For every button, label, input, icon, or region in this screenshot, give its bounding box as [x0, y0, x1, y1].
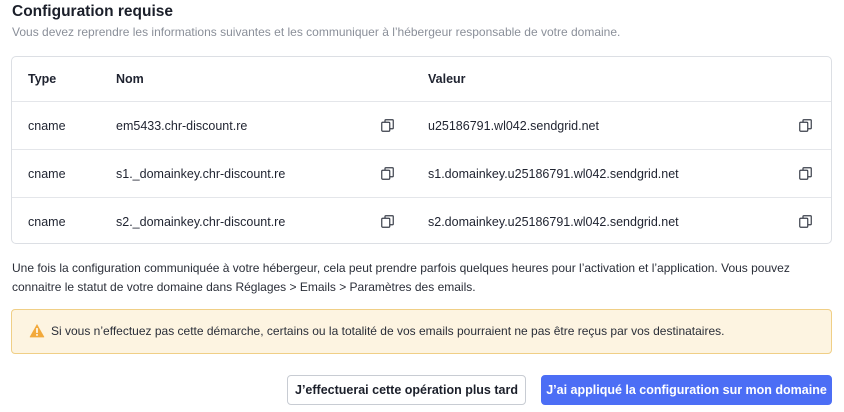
warning-icon	[29, 323, 45, 339]
column-header-name: Nom	[116, 72, 144, 86]
configuration-applied-button[interactable]: J’ai appliqué la configuration sur mon d…	[541, 375, 832, 405]
copy-value-button[interactable]	[798, 198, 812, 243]
copy-name-button[interactable]	[380, 102, 394, 149]
copy-icon[interactable]	[798, 215, 812, 229]
copy-icon[interactable]	[380, 119, 394, 133]
dns-records-table: Type Nom Valeur cname em5433.chr-discoun…	[11, 56, 832, 244]
table-row: cname s1._domainkey.chr-discount.re s1.d…	[12, 149, 831, 197]
table-row: cname s2._domainkey.chr-discount.re s2.d…	[12, 197, 831, 243]
record-value: s1.domainkey.u25186791.wl042.sendgrid.ne…	[428, 166, 679, 181]
record-type: cname	[28, 166, 66, 181]
copy-name-button[interactable]	[380, 198, 394, 243]
record-type: cname	[28, 214, 66, 229]
copy-value-button[interactable]	[798, 150, 812, 197]
warning-text: Si vous n’effectuez pas cette démarche, …	[51, 324, 725, 338]
column-header-value: Valeur	[428, 72, 466, 86]
copy-value-button[interactable]	[798, 102, 812, 149]
section-subtitle: Vous devez reprendre les informations su…	[12, 25, 621, 39]
section-title: Configuration requise	[12, 3, 174, 20]
record-value: s2.domainkey.u25186791.wl042.sendgrid.ne…	[428, 214, 679, 229]
record-name: s1._domainkey.chr-discount.re	[116, 166, 286, 181]
copy-icon[interactable]	[380, 167, 394, 181]
record-type: cname	[28, 118, 66, 133]
column-header-type: Type	[28, 72, 57, 86]
warning-alert: Si vous n’effectuez pas cette démarche, …	[11, 309, 832, 354]
table-row: cname em5433.chr-discount.re u25186791.w…	[12, 101, 831, 149]
record-value: u25186791.wl042.sendgrid.net	[428, 118, 599, 133]
copy-name-button[interactable]	[380, 150, 394, 197]
table-header-row: Type Nom Valeur	[12, 57, 831, 101]
record-name: s2._domainkey.chr-discount.re	[116, 214, 286, 229]
copy-icon[interactable]	[798, 167, 812, 181]
info-paragraph: Une fois la configuration communiquée à …	[12, 261, 790, 294]
copy-icon[interactable]	[380, 215, 394, 229]
do-later-button[interactable]: J’effectuerai cette opération plus tard	[287, 375, 526, 405]
copy-icon[interactable]	[798, 119, 812, 133]
record-name: em5433.chr-discount.re	[116, 118, 248, 133]
